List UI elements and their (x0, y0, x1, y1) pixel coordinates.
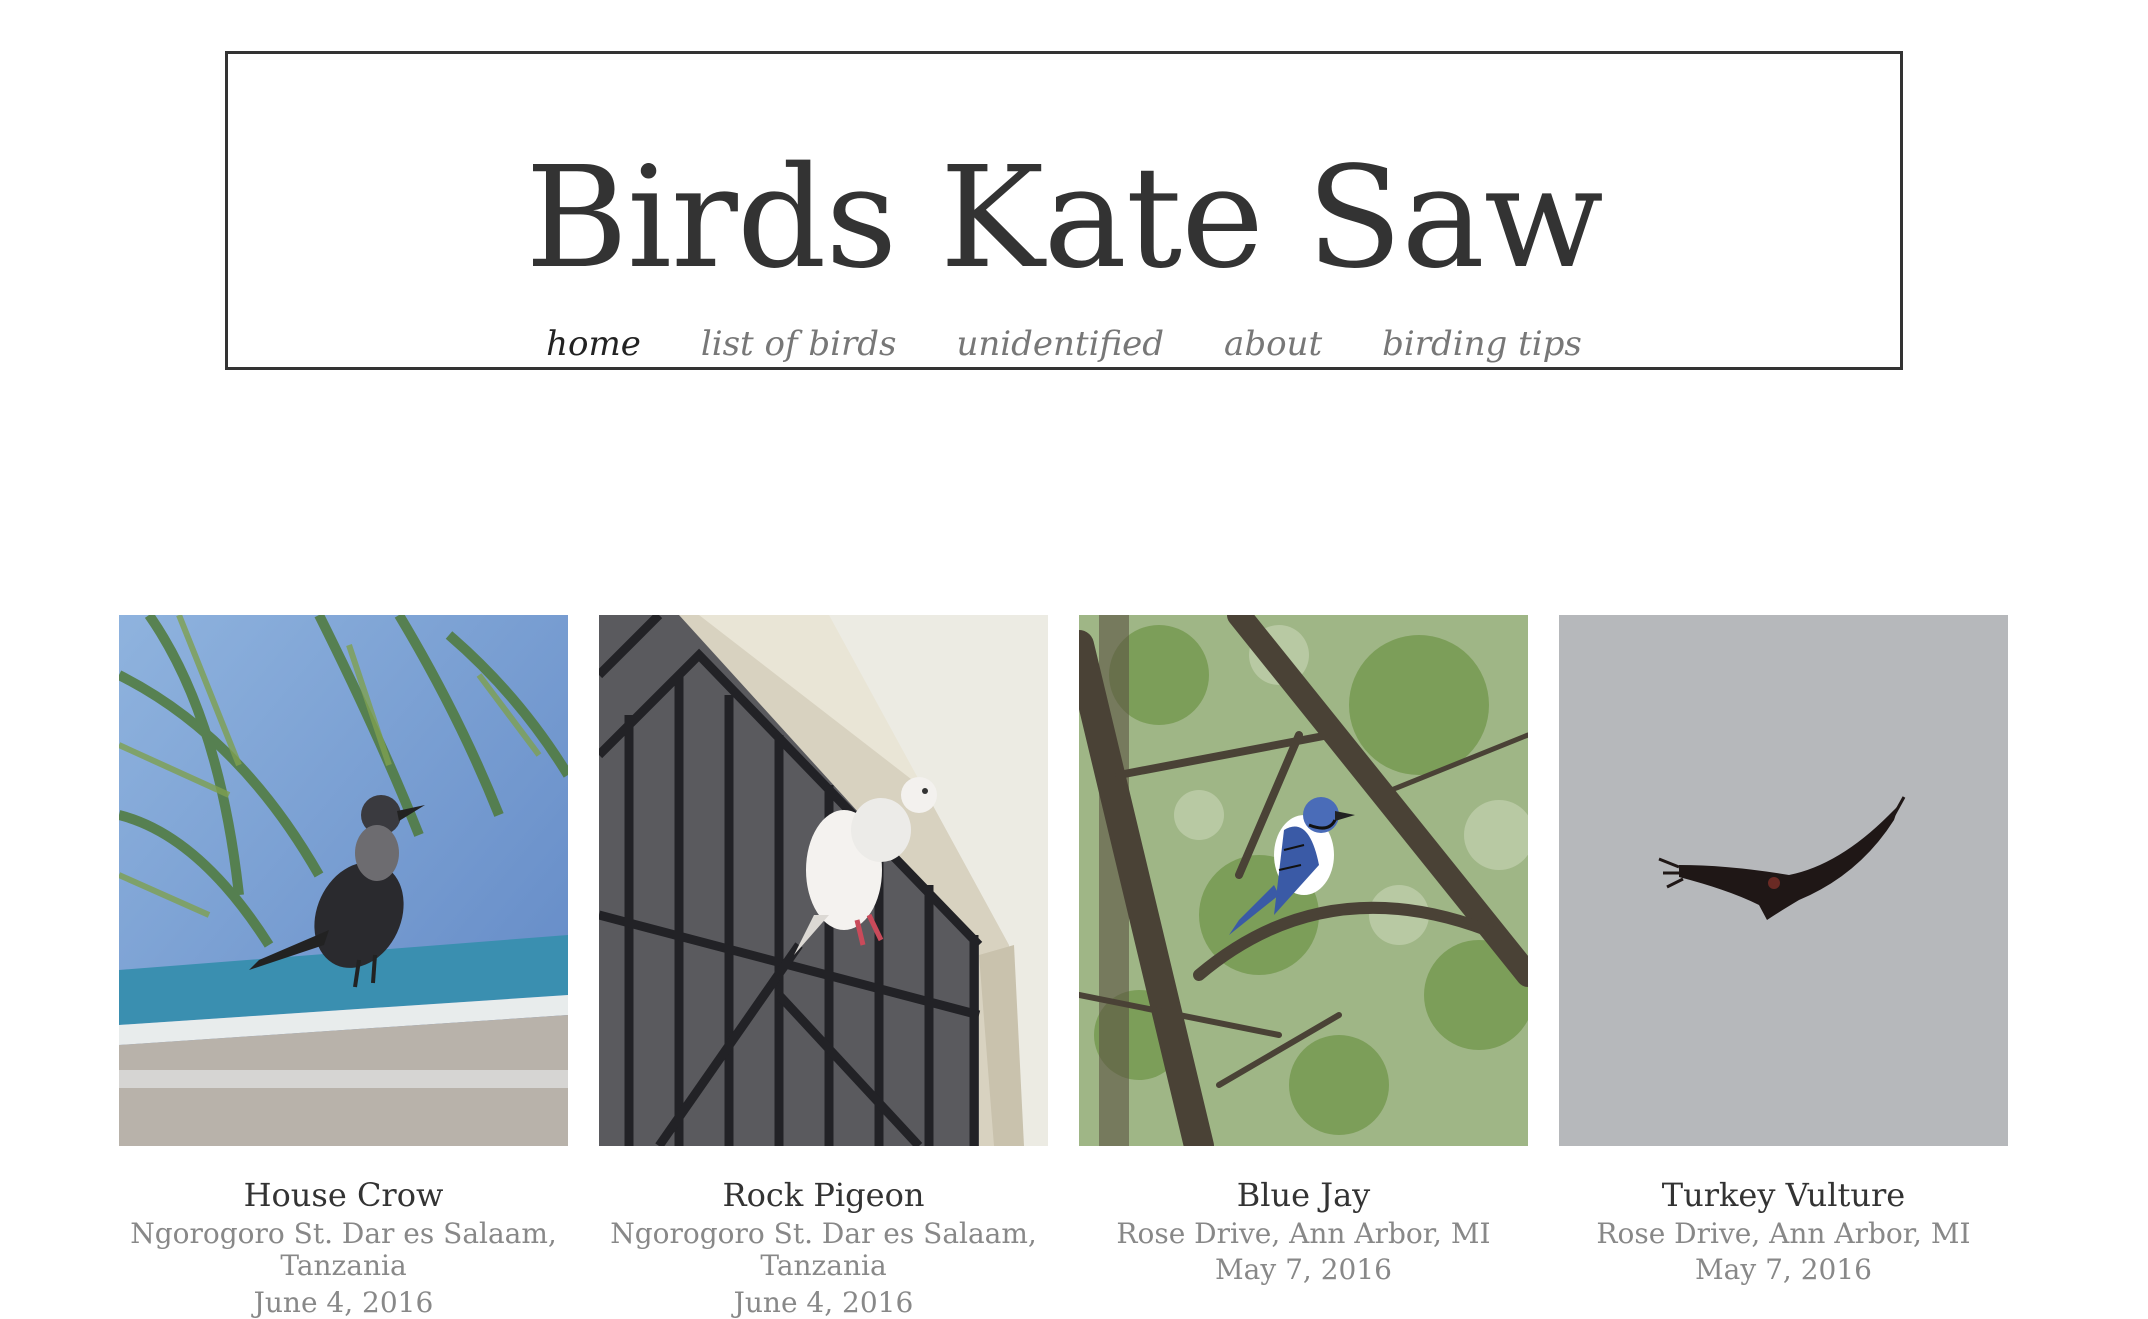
nav-unidentified[interactable]: unidentified (956, 324, 1164, 364)
nav-about[interactable]: about (1224, 324, 1322, 364)
bird-name[interactable]: Rock Pigeon (599, 1176, 1048, 1214)
nav-home[interactable]: home (546, 324, 641, 364)
bird-photo-blue-jay[interactable] (1079, 615, 1528, 1146)
bird-photo-turkey-vulture[interactable] (1559, 615, 2008, 1146)
nav-list-of-birds[interactable]: list of birds (701, 324, 897, 364)
bird-date: June 4, 2016 (733, 1285, 914, 1319)
rock-pigeon-image (599, 615, 1048, 1146)
blue-jay-image (1079, 615, 1528, 1146)
bird-card[interactable]: Blue Jay Rose Drive, Ann Arbor, MI May 7… (1079, 615, 1528, 1319)
bird-location: Ngorogoro St. Dar es Salaam, Tanzania (130, 1217, 557, 1283)
bird-card[interactable]: Turkey Vulture Rose Drive, Ann Arbor, MI… (1559, 615, 2008, 1319)
nav-birding-tips[interactable]: birding tips (1382, 324, 1582, 364)
bird-date: June 4, 2016 (253, 1285, 434, 1319)
bird-date: May 7, 2016 (1695, 1253, 1872, 1287)
bird-name[interactable]: House Crow (119, 1176, 568, 1214)
bird-gallery: House Crow Ngorogoro St. Dar es Salaam, … (119, 615, 2008, 1319)
bird-card[interactable]: Rock Pigeon Ngorogoro St. Dar es Salaam,… (599, 615, 1048, 1319)
bird-photo-house-crow[interactable] (119, 615, 568, 1146)
bird-location: Ngorogoro St. Dar es Salaam, Tanzania (610, 1217, 1037, 1283)
site-header: Birds Kate Saw home list of birds uniden… (225, 51, 1903, 370)
turkey-vulture-image (1559, 615, 2008, 1146)
bird-name[interactable]: Blue Jay (1079, 1176, 1528, 1214)
bird-date: May 7, 2016 (1215, 1253, 1392, 1287)
house-crow-image (119, 615, 568, 1146)
bird-photo-rock-pigeon[interactable] (599, 615, 1048, 1146)
bird-card[interactable]: House Crow Ngorogoro St. Dar es Salaam, … (119, 615, 568, 1319)
bird-name[interactable]: Turkey Vulture (1559, 1176, 2008, 1214)
main-nav: home list of birds unidentified about bi… (228, 324, 1900, 364)
bird-location: Rose Drive, Ann Arbor, MI (1116, 1217, 1491, 1250)
bird-location: Rose Drive, Ann Arbor, MI (1596, 1217, 1971, 1250)
site-title[interactable]: Birds Kate Saw (228, 149, 1900, 289)
